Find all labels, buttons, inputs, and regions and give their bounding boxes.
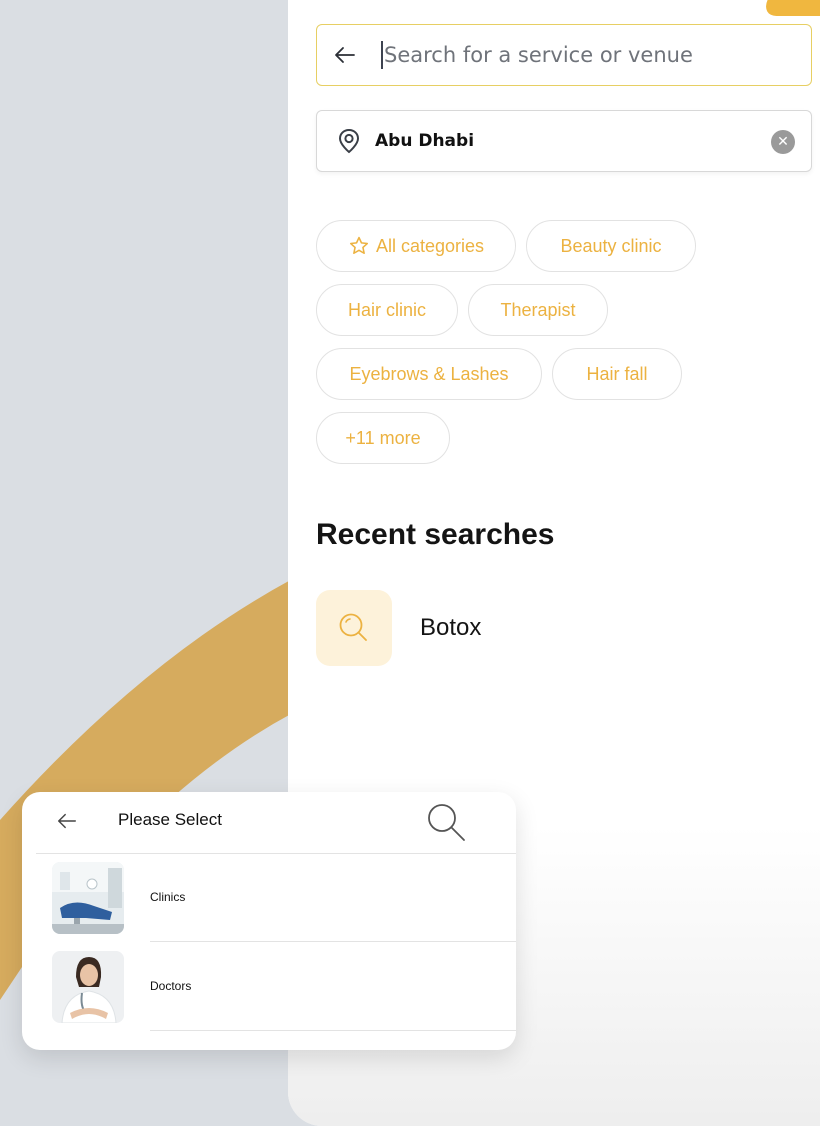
chip-therapist[interactable]: Therapist	[468, 284, 608, 336]
recent-search-icon-tile	[316, 590, 392, 666]
back-arrow-icon[interactable]	[333, 43, 357, 67]
chip-label: All categories	[375, 235, 485, 256]
back-arrow-icon[interactable]	[56, 810, 78, 832]
option-label: Clinics	[150, 890, 186, 904]
chip-label: Eyebrows & Lashes	[349, 363, 509, 384]
star-icon	[349, 236, 368, 255]
chip-label: Hair fall	[586, 363, 648, 384]
chip-label: Therapist	[500, 299, 576, 320]
option-row-doctors[interactable]: Doctors	[22, 943, 516, 1031]
location-field[interactable]: Abu Dhabi ✕	[316, 110, 812, 172]
location-pin-icon	[338, 128, 360, 154]
doctor-thumbnail	[52, 951, 124, 1023]
clinic-thumbnail	[52, 862, 124, 934]
option-row-clinics[interactable]: Clinics	[22, 854, 516, 942]
location-value: Abu Dhabi	[375, 131, 475, 151]
chip-label: +11 more	[345, 427, 421, 448]
chip-hair-fall[interactable]: Hair fall	[552, 348, 682, 400]
top-accent-decoration	[760, 0, 820, 16]
search-input[interactable]	[384, 43, 784, 67]
chip-more-categories[interactable]: +11 more	[316, 412, 450, 464]
clear-location-icon[interactable]: ✕	[771, 130, 795, 154]
recent-search-label: Botox	[420, 614, 482, 641]
chip-beauty-clinic[interactable]: Beauty clinic	[526, 220, 696, 272]
text-cursor	[381, 41, 383, 69]
please-select-card: Please Select Clinics Doctors	[22, 792, 516, 1050]
row-divider	[150, 1030, 516, 1031]
card-title: Please Select	[118, 810, 222, 829]
chip-label: Beauty clinic	[560, 235, 662, 256]
search-icon	[339, 613, 367, 641]
chip-eyebrows-lashes[interactable]: Eyebrows & Lashes	[316, 348, 542, 400]
search-field[interactable]	[316, 24, 812, 86]
chip-hair-clinic[interactable]: Hair clinic	[316, 284, 458, 336]
row-divider	[150, 941, 516, 942]
chip-label: Hair clinic	[347, 299, 426, 320]
chip-all-categories[interactable]: All categories	[316, 220, 516, 272]
search-icon[interactable]	[422, 798, 470, 846]
recent-search-item[interactable]: Botox	[316, 590, 676, 666]
option-label: Doctors	[150, 979, 192, 993]
recent-searches-heading: Recent searches	[316, 518, 555, 551]
